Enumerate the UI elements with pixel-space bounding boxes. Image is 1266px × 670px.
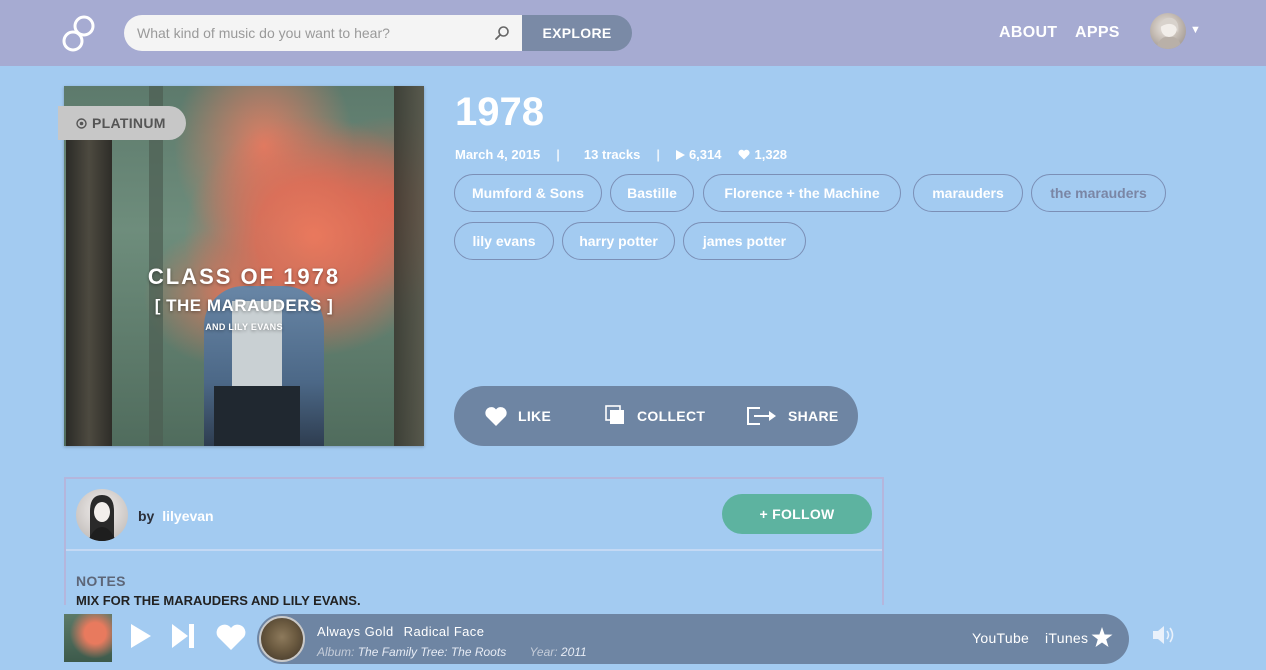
platinum-badge: PLATINUM [58, 106, 186, 140]
heart-icon [485, 406, 507, 426]
track-art [259, 616, 305, 662]
year-label: Year: [529, 645, 558, 659]
tag-pill[interactable]: lily evans [454, 222, 554, 260]
search-box [124, 15, 522, 51]
follow-button[interactable]: + FOLLOW [722, 494, 872, 534]
mix-track-count: 13 tracks [583, 147, 641, 162]
mix-title: 1978 [455, 90, 544, 134]
play-icon[interactable] [130, 623, 152, 649]
track-artist: Radical Face [403, 624, 485, 639]
collect-button[interactable]: COLLECT [605, 386, 705, 446]
collect-label: COLLECT [637, 408, 706, 424]
like-button[interactable]: LIKE [484, 386, 551, 446]
track-title-line: Always Gold Radical Face [317, 624, 484, 639]
top-bar: EXPLORE ABOUT APPS ▼ [0, 0, 1266, 66]
heart-icon[interactable] [215, 624, 247, 651]
mix-date: March 4, 2015 [455, 147, 541, 162]
by-label: by [138, 508, 155, 524]
creator-avatar-image [88, 495, 116, 541]
player-mix-thumbnail[interactable] [64, 614, 112, 662]
tag-pill[interactable]: Florence + the Machine [703, 174, 901, 212]
tag-pill[interactable]: harry potter [562, 222, 675, 260]
like-count-value: 1,328 [754, 147, 788, 162]
play-icon [675, 149, 685, 160]
8tracks-logo-icon[interactable] [60, 14, 100, 54]
track-title: Always Gold [317, 624, 394, 639]
creator-avatar[interactable] [76, 489, 128, 541]
notes-heading: NOTES [76, 573, 126, 589]
like-count: 1,328 [737, 147, 788, 162]
share-button[interactable]: SHARE [746, 386, 839, 446]
share-label: SHARE [788, 408, 839, 424]
like-label: LIKE [518, 408, 552, 424]
play-count: 6,314 [675, 147, 722, 162]
cover-text-line1: CLASS OF 1978 [147, 264, 341, 289]
nav-about-link[interactable]: ABOUT [999, 24, 1057, 42]
album-name: The Family Tree: The Roots [357, 645, 507, 659]
tag-pill[interactable]: marauders [913, 174, 1023, 212]
cover-figure-legs [214, 386, 300, 446]
play-count-value: 6,314 [688, 147, 722, 162]
star-icon[interactable] [1091, 627, 1113, 648]
collect-icon [605, 405, 624, 424]
share-icon [747, 407, 776, 425]
search-icon[interactable] [494, 25, 510, 41]
creator-panel: by lilyevan + FOLLOW NOTES MIX FOR THE M… [64, 477, 884, 617]
cover-text-line3: AND LILY EVANS [205, 322, 283, 332]
now-playing-panel: Always Gold Radical Face Album: The Fami… [257, 614, 1129, 664]
volume-icon[interactable] [1152, 624, 1178, 646]
track-details: Album: The Family Tree: The Roots Year: … [317, 645, 587, 659]
creator-row: by lilyevan + FOLLOW [66, 479, 882, 551]
tag-pill[interactable]: the marauders [1031, 174, 1166, 212]
itunes-link[interactable]: iTunes [1045, 630, 1088, 646]
search-bar: EXPLORE [124, 15, 632, 51]
mix-actions-bar: LIKE COLLECT SHARE [454, 386, 858, 446]
tag-pill[interactable]: Mumford & Sons [454, 174, 602, 212]
tag-pill[interactable]: james potter [683, 222, 806, 260]
nav-apps-link[interactable]: APPS [1075, 24, 1120, 42]
chevron-down-icon[interactable]: ▼ [1190, 24, 1201, 36]
player-bar: Always Gold Radical Face Album: The Fami… [0, 605, 1266, 670]
creator-username-link[interactable]: lilyevan [162, 508, 213, 524]
mix-meta: March 4, 2015 | 13 tracks | 6,314 1,328 [455, 147, 787, 162]
skip-icon[interactable] [171, 623, 195, 649]
tag-pill[interactable]: Bastille [610, 174, 694, 212]
year-value: 2011 [560, 645, 587, 659]
album-label: Album: [317, 645, 355, 659]
platinum-label: PLATINUM [92, 115, 166, 131]
search-input[interactable] [124, 15, 484, 51]
explore-button[interactable]: EXPLORE [522, 15, 632, 51]
heart-icon [737, 149, 750, 160]
platinum-icon [76, 117, 87, 129]
meta-separator: | [556, 147, 560, 162]
user-avatar[interactable] [1150, 13, 1186, 49]
cover-text-line2: [ THE MARAUDERS ] [154, 296, 334, 315]
creator-byline: by lilyevan [138, 508, 214, 524]
meta-separator: | [656, 147, 660, 162]
user-avatar-image [1156, 17, 1182, 49]
youtube-link[interactable]: YouTube [972, 630, 1029, 646]
